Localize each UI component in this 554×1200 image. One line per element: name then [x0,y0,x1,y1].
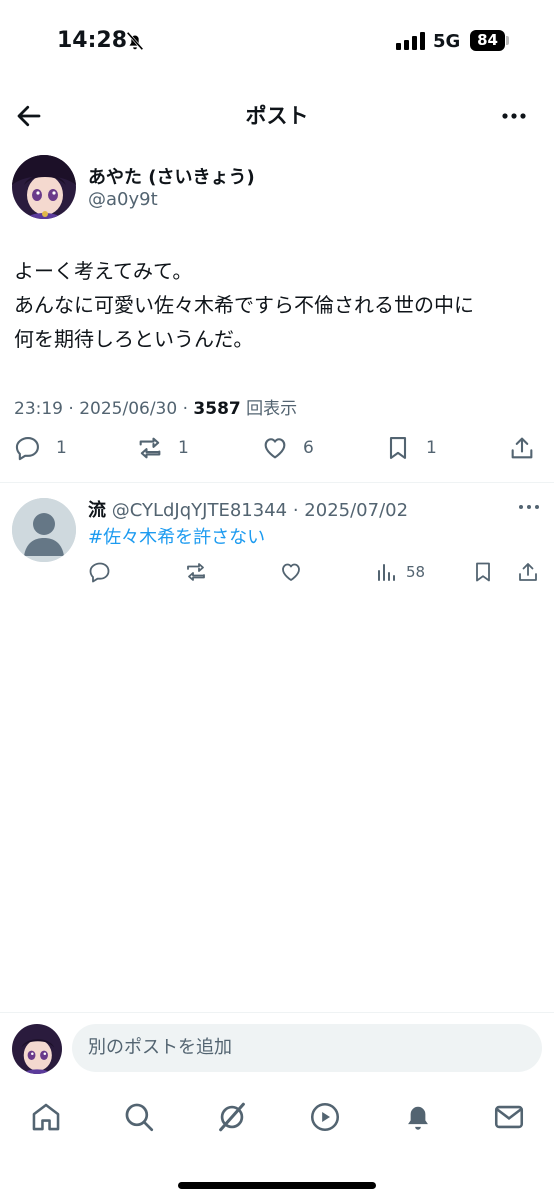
reply-header: 流 @CYLdJqYJTE81344 · 2025/07/02 [88,496,408,522]
reply-share-button[interactable] [516,560,540,584]
post-text: よーく考えてみて。 あんなに可愛い佐々木希ですら不倫される世の中に 何を期待しろ… [14,259,474,351]
views-label: 回表示 [240,399,298,419]
bottom-tab-bar [0,1090,554,1150]
reply-date: · 2025/07/02 [292,500,409,521]
signal-icon [396,32,425,50]
reply-bookmark-button[interactable] [471,560,495,584]
compose-input[interactable]: 別のポストを追加 [72,1024,542,1072]
reply-icon [15,437,39,461]
post-actions: 1 1 6 1 [0,434,554,474]
repost-count: 1 [178,438,189,458]
reply-author-name[interactable]: 流 [88,500,106,521]
reply-icon [89,562,110,583]
reply-view-count: 58 [406,563,426,581]
heart-icon [282,563,300,581]
like-button[interactable]: 6 [261,434,314,462]
share-icon [511,437,533,459]
network-label: 5G [433,31,461,52]
analytics-icon [378,564,395,581]
reply-more-icon[interactable] [516,497,542,517]
home-indicator [178,1182,376,1189]
video-icon[interactable] [308,1100,342,1134]
reply-avatar[interactable] [12,498,76,562]
repost-icon [139,437,161,459]
bookmark-count: 1 [426,438,437,458]
bookmark-button[interactable]: 1 [384,434,437,462]
reply-repost-button[interactable] [184,560,208,584]
page-title: ポスト [245,104,309,128]
more-options-icon[interactable] [498,101,530,131]
home-icon[interactable] [29,1100,63,1134]
repost-button[interactable]: 1 [136,434,189,462]
battery-icon: 84 [470,30,505,51]
like-count: 6 [303,438,314,458]
repost-icon [187,563,205,581]
heart-icon [264,438,286,459]
view-count[interactable]: 3587 [193,399,240,419]
author-handle[interactable]: @a0y9t [88,189,158,210]
reply-views-button[interactable]: 58 [374,560,425,584]
grok-icon[interactable] [215,1100,249,1134]
battery-tip [506,36,509,45]
header: ポスト [0,90,554,140]
post-meta: 23:19 · 2025/06/30 · 3587 回表示 [14,394,297,419]
reply-count: 1 [56,438,67,458]
share-icon [519,563,537,581]
status-bar: 14:28 5G 84 [0,0,554,84]
divider [0,482,554,483]
reply-hashtag[interactable]: #佐々木希を許さない [88,523,265,549]
compose-avatar [12,1024,62,1074]
status-time: 14:28 [57,28,128,53]
search-icon[interactable] [122,1100,156,1134]
reply-author-handle[interactable]: @CYLdJqYJTE81344 [112,500,287,521]
notifications-icon[interactable] [401,1100,435,1134]
reply-reply-button[interactable] [88,560,112,584]
reply-like-button[interactable] [279,560,303,584]
messages-icon[interactable] [492,1100,526,1134]
avatar[interactable] [12,155,76,219]
divider [0,1012,554,1013]
bookmark-icon [476,562,490,582]
bell-slash-icon [126,31,144,51]
author-name[interactable]: あやた (さいきょう) [88,163,255,189]
post-time: 23:19 · 2025/06/30 · [14,399,194,419]
reply-actions: 58 [0,560,554,590]
reply-button[interactable]: 1 [14,434,67,462]
share-button[interactable] [508,434,536,462]
bookmark-icon [389,437,407,459]
